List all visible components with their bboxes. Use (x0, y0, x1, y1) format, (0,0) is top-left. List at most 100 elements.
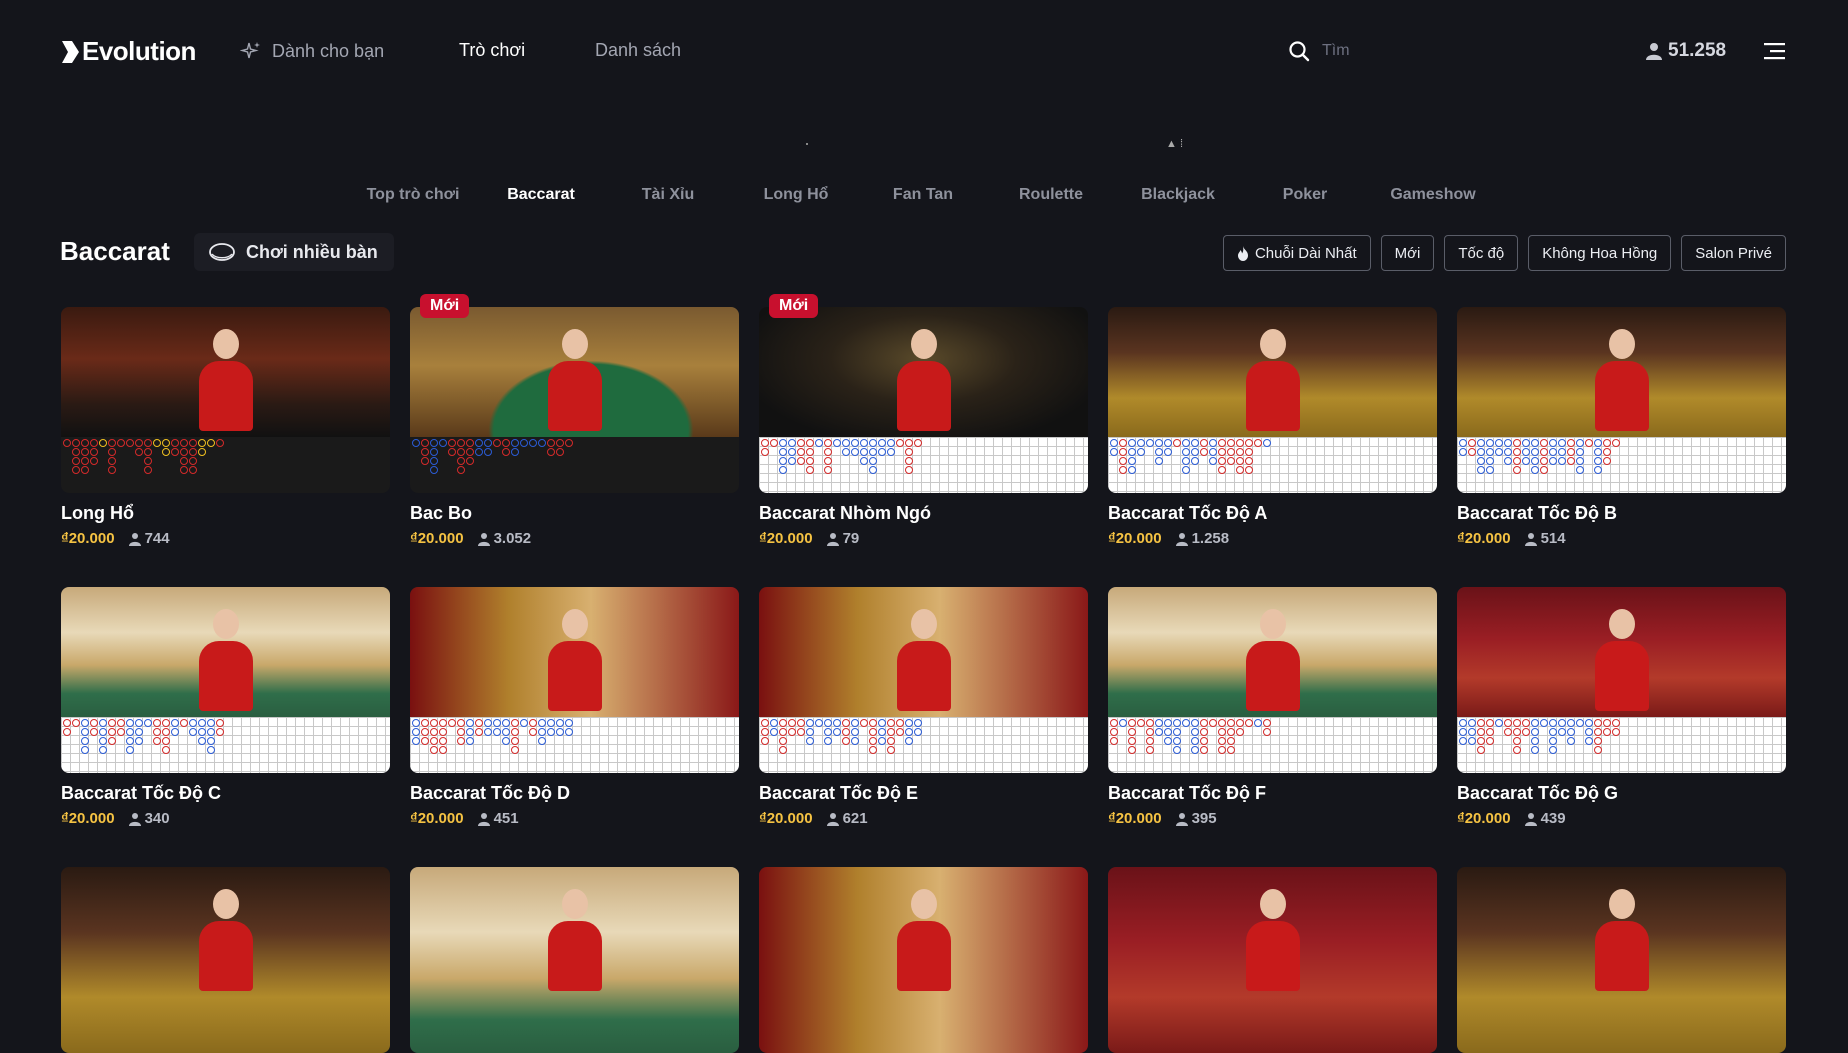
bead-marker (887, 728, 895, 736)
game-name[interactable]: Baccarat Tốc Độ G (1457, 783, 1786, 804)
filter-no-commission[interactable]: Không Hoa Hồng (1528, 235, 1672, 271)
hamburger-menu-icon[interactable] (1764, 42, 1786, 60)
tab-blackjack[interactable]: Blackjack (1141, 186, 1215, 204)
bead-marker (1477, 439, 1485, 447)
game-name[interactable]: Baccarat Tốc Độ B (1457, 503, 1786, 524)
game-card[interactable]: Mới Bac Bo ₫20.000 3.052 (410, 294, 739, 547)
tab-long-ho[interactable]: Long Hổ (764, 186, 829, 204)
bead-marker (81, 457, 89, 465)
tab-top-games[interactable]: Top trò chơi (367, 186, 460, 204)
bead-marker (484, 439, 492, 447)
game-name[interactable]: Baccarat Nhòm Ngó (759, 503, 1088, 524)
search-box[interactable]: Tìm (1288, 40, 1350, 62)
game-card[interactable] (410, 867, 739, 1053)
bead-marker (1128, 439, 1136, 447)
game-card[interactable]: Baccarat Tốc Độ F ₫20.000 395 (1108, 587, 1437, 827)
bead-marker (1576, 448, 1584, 456)
bead-marker (189, 719, 197, 727)
game-thumbnail[interactable] (759, 867, 1088, 1053)
nav-games[interactable]: Trò chơi (459, 40, 525, 61)
game-card[interactable]: Baccarat Tốc Độ E ₫20.000 621 (759, 587, 1088, 827)
evolution-logo[interactable]: Evolution (60, 36, 196, 67)
game-name[interactable]: Baccarat Tốc Độ A (1108, 503, 1437, 524)
game-name[interactable]: Long Hổ (61, 503, 390, 524)
game-thumbnail[interactable] (61, 867, 390, 1053)
bead-marker (1477, 457, 1485, 465)
bead-marker (788, 457, 796, 465)
bead-marker (851, 737, 859, 745)
bead-marker (797, 728, 805, 736)
nav-for-you[interactable]: Dành cho bạn (240, 40, 384, 62)
game-thumbnail[interactable] (1108, 307, 1437, 493)
tab-poker[interactable]: Poker (1283, 186, 1327, 204)
tab-roulette[interactable]: Roulette (1019, 186, 1083, 204)
nav-lists[interactable]: Danh sách (595, 40, 681, 61)
bead-marker (815, 719, 823, 727)
game-card[interactable] (61, 867, 390, 1053)
game-thumbnail[interactable] (759, 307, 1088, 493)
game-thumbnail[interactable] (410, 867, 739, 1053)
bead-marker (207, 746, 215, 754)
bead-marker (457, 448, 465, 456)
tab-fan-tan[interactable]: Fan Tan (893, 186, 953, 204)
bead-marker (412, 737, 420, 745)
game-card[interactable]: Baccarat Tốc Độ A ₫20.000 1.258 (1108, 307, 1437, 547)
game-thumbnail[interactable] (410, 307, 739, 493)
game-card[interactable]: Baccarat Tốc Độ G ₫20.000 439 (1457, 587, 1786, 827)
game-thumbnail[interactable] (1108, 587, 1437, 773)
game-name[interactable]: Bac Bo (410, 503, 739, 524)
bead-marker (99, 719, 107, 727)
bead-marker (1513, 719, 1521, 727)
player-count-value: 744 (144, 530, 170, 547)
bead-marker (887, 439, 895, 447)
game-card[interactable] (759, 867, 1088, 1053)
game-card[interactable]: Baccarat Tốc Độ B ₫20.000 514 (1457, 307, 1786, 547)
tab-tai-xiu[interactable]: Tài Xỉu (642, 186, 694, 204)
player-count: 1.258 (1175, 530, 1229, 547)
game-name[interactable]: Baccarat Tốc Độ E (759, 783, 1088, 804)
bead-marker (878, 728, 886, 736)
bead-marker (135, 439, 143, 447)
game-name[interactable]: Baccarat Tốc Độ C (61, 783, 390, 804)
game-card[interactable]: Baccarat Tốc Độ D ₫20.000 451 (410, 587, 739, 827)
filter-new[interactable]: Mới (1380, 235, 1435, 271)
bead-marker (1531, 746, 1539, 754)
game-thumbnail[interactable] (1457, 867, 1786, 1053)
bead-marker (806, 719, 814, 727)
game-thumbnail[interactable] (759, 587, 1088, 773)
game-thumbnail[interactable] (61, 307, 390, 493)
game-name[interactable]: Baccarat Tốc Độ D (410, 783, 739, 804)
game-card[interactable] (1108, 867, 1437, 1053)
game-meta: ₫20.000 3.052 (410, 530, 739, 547)
multi-table-button[interactable]: Chơi nhiều bàn (194, 233, 394, 271)
bead-marker (108, 737, 116, 745)
bead-marker (1603, 448, 1611, 456)
game-card[interactable] (1457, 867, 1786, 1053)
tab-baccarat[interactable]: Baccarat (507, 186, 575, 204)
filter-speed[interactable]: Tốc độ (1444, 235, 1519, 271)
game-thumbnail[interactable] (1457, 587, 1786, 773)
game-card[interactable]: Long Hổ ₫20.000 744 (61, 307, 390, 547)
tab-gameshow[interactable]: Gameshow (1390, 186, 1475, 204)
filter-longest-streak[interactable]: Chuỗi Dài Nhất (1222, 235, 1371, 271)
game-card[interactable]: Baccarat Tốc Độ C ₫20.000 340 (61, 587, 390, 827)
bead-marker (1495, 439, 1503, 447)
bead-marker (81, 746, 89, 754)
filter-salon-prive[interactable]: Salon Privé (1681, 235, 1786, 271)
bead-marker (565, 439, 573, 447)
player-count: 340 (128, 810, 170, 827)
bead-marker (905, 448, 913, 456)
bead-marker (421, 457, 429, 465)
game-thumbnail[interactable] (61, 587, 390, 773)
game-card[interactable]: Mới Baccarat Nhòm Ngó ₫20.000 79 (759, 294, 1088, 547)
loading-spinner-icon: ▲ ⁞ (1166, 138, 1183, 150)
game-name[interactable]: Baccarat Tốc Độ F (1108, 783, 1437, 804)
bead-marker (520, 439, 528, 447)
bead-marker (198, 737, 206, 745)
game-thumbnail[interactable] (1108, 867, 1437, 1053)
bead-marker (475, 719, 483, 727)
game-thumbnail[interactable] (410, 587, 739, 773)
bead-marker (1254, 719, 1262, 727)
game-thumbnail[interactable] (1457, 307, 1786, 493)
dealer-video-preview (759, 867, 1088, 1053)
